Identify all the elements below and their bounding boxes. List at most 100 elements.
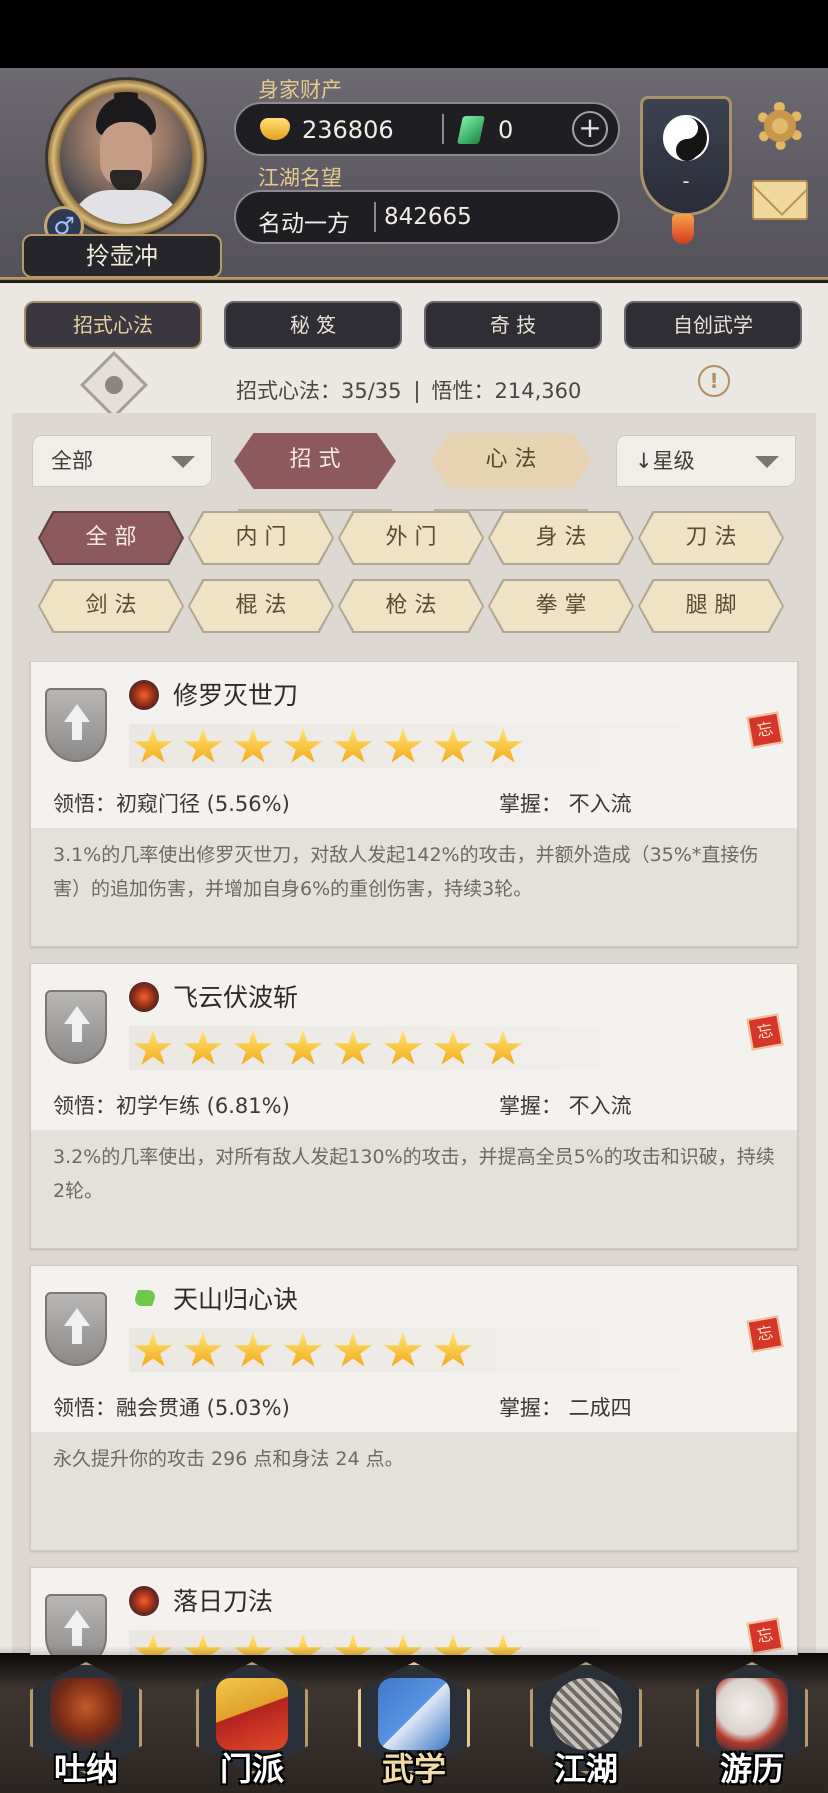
tab-special-skills[interactable]: 奇 技 [424,301,602,349]
nav-sect[interactable]: 门派 [190,1662,314,1788]
avatar-portrait [60,92,192,224]
fame-value: 842665 [384,204,472,230]
nav-martial-arts[interactable]: 武学 [352,1662,476,1788]
nav-jianghu[interactable]: 江湖 [524,1662,648,1788]
martial-arts-page: 招式心法 秘 笈 奇 技 自创武学 招式心法：35/35 悟性：214,360 !… [0,283,828,1655]
skill-name: 飞云伏波斩 [173,983,299,1012]
skill-card[interactable]: 天山归心诀 忘 领悟：融会贯通 (5.03%) 掌握： 二成四 永久提升你的攻击… [30,1265,798,1551]
skill-name: 天山归心诀 [173,1285,299,1314]
gold-amount: 236806 [302,116,394,144]
category-dropdown-value: 全部 [51,449,93,473]
player-name: 拎壶冲 [22,234,222,278]
fame-title: 名动一方 [258,211,350,237]
chip-all[interactable]: 全 部 [38,511,184,565]
forget-badge-icon[interactable]: 忘 [746,1315,784,1353]
forget-badge-icon[interactable]: 忘 [746,711,784,749]
chip-staff[interactable]: 棍 法 [188,579,334,633]
forget-badge-icon[interactable]: 忘 [746,1013,784,1051]
star-rating [129,724,777,768]
wealth-label: 身家财产 [258,78,342,102]
avatar[interactable]: ♂ [26,80,222,248]
chevron-down-icon [755,456,779,468]
fame-bar: 名动一方 842665 [234,190,620,244]
comprehension-level: 领悟：融会贯通 (5.03%) [53,1396,290,1420]
settings-gear-icon[interactable] [752,98,808,154]
gold-ingot-icon [260,118,290,140]
bamboo-hat-icon [550,1678,622,1750]
star-icon [483,1030,523,1065]
nav-travel[interactable]: 游历 [690,1662,814,1788]
blade-skill-icon [129,982,159,1012]
star-icon [333,1332,373,1367]
star-rating [129,1026,777,1070]
tab-self-created[interactable]: 自创武学 [624,301,802,349]
chevron-down-icon [171,456,195,468]
star-icon [433,728,473,763]
skill-card[interactable]: 修罗灭世刀 忘 领悟：初窥门径 (5.56%) 掌握： 不入流 3.1%的几率使… [30,661,798,947]
star-icon [383,1030,423,1065]
skill-description: 永久提升你的攻击 296 点和身法 24 点。 [31,1432,797,1550]
movement-skill-icon [129,1284,159,1314]
chip-sword[interactable]: 剑 法 [38,579,184,633]
comprehension-level: 领悟：初窥门径 (5.56%) [53,792,290,816]
mastery-level: 掌握： 不入流 [499,792,632,816]
skill-name: 落日刀法 [173,1587,274,1616]
tassel-decoration [672,214,694,244]
eye-icon[interactable] [80,351,148,419]
blade-skill-icon [129,1586,159,1616]
white-horse-icon [716,1678,788,1750]
chip-leg[interactable]: 腿 脚 [638,579,784,633]
top-tab-bar: 招式心法 秘 笈 奇 技 自创武学 [24,301,804,351]
segment-moves[interactable]: 招 式 [234,433,396,489]
comprehension-level: 领悟：初学乍练 (6.81%) [53,1094,290,1118]
star-icon [383,1332,423,1367]
tab-secret-manuals[interactable]: 秘 笈 [224,301,402,349]
star-icon [333,1030,373,1065]
status-bar [0,0,828,68]
star-icon [233,1030,273,1065]
skill-card[interactable]: 落日刀法 忘 [30,1567,798,1655]
upgrade-shield-icon[interactable] [45,990,107,1064]
segment-methods[interactable]: 心 法 [430,433,592,489]
sect-banner-icon [216,1678,288,1750]
skill-card[interactable]: 飞云伏波斩 忘 领悟：初学乍练 (6.81%) 掌握： 不入流 3.2%的几率使… [30,963,798,1249]
chip-blade[interactable]: 刀 法 [638,511,784,565]
sort-dropdown-value: 星级 [652,449,695,473]
category-dropdown[interactable]: 全部 [32,435,212,487]
insight-value: 悟性：214,360 [431,379,582,403]
jade-icon [457,116,485,144]
skill-summary: 招式心法：35/35 悟性：214,360 [236,375,581,405]
chip-fist[interactable]: 拳 掌 [488,579,634,633]
upgrade-shield-icon[interactable] [45,688,107,762]
star-icon [183,728,223,763]
skill-panel: 全部 招 式 心 法 ↓星级 全 部 内 门 外 门 身 法 刀 法 剑 法 棍… [12,413,816,1655]
mail-envelope-icon[interactable] [752,180,808,220]
skill-name: 修罗灭世刀 [173,681,299,710]
player-header: ♂ 拎壶冲 身家财产 236806 0 + 江湖名望 名动一方 842665 - [0,68,828,287]
chip-spear[interactable]: 枪 法 [338,579,484,633]
recharge-button[interactable]: + [572,111,608,147]
tab-moves-methods[interactable]: 招式心法 [24,301,202,349]
sort-dropdown[interactable]: ↓星级 [616,435,796,487]
star-icon [433,1332,473,1367]
star-icon [183,1030,223,1065]
chip-outer[interactable]: 外 门 [338,511,484,565]
chip-movement[interactable]: 身 法 [488,511,634,565]
info-icon[interactable]: ! [698,365,730,397]
star-icon [233,728,273,763]
mastery-level: 掌握： 二成四 [499,1396,632,1420]
skill-list[interactable]: 修罗灭世刀 忘 领悟：初窥门径 (5.56%) 掌握： 不入流 3.1%的几率使… [12,661,816,1655]
skill-description: 3.2%的几率使出，对所有敌人发起130%的攻击，并提高全员5%的攻击和识破，持… [31,1130,797,1248]
nav-breathing[interactable]: 吐纳 [24,1662,148,1788]
upgrade-shield-icon[interactable] [45,1292,107,1366]
manual-book-icon [378,1678,450,1750]
faction-level: - [682,169,690,193]
chip-inner[interactable]: 内 门 [188,511,334,565]
blade-skill-icon [129,680,159,710]
faction-badge[interactable]: - [640,96,732,216]
taiji-icon [663,115,709,161]
star-icon [383,728,423,763]
star-icon [433,1030,473,1065]
mastery-level: 掌握： 不入流 [499,1094,632,1118]
star-rating [129,1328,777,1372]
